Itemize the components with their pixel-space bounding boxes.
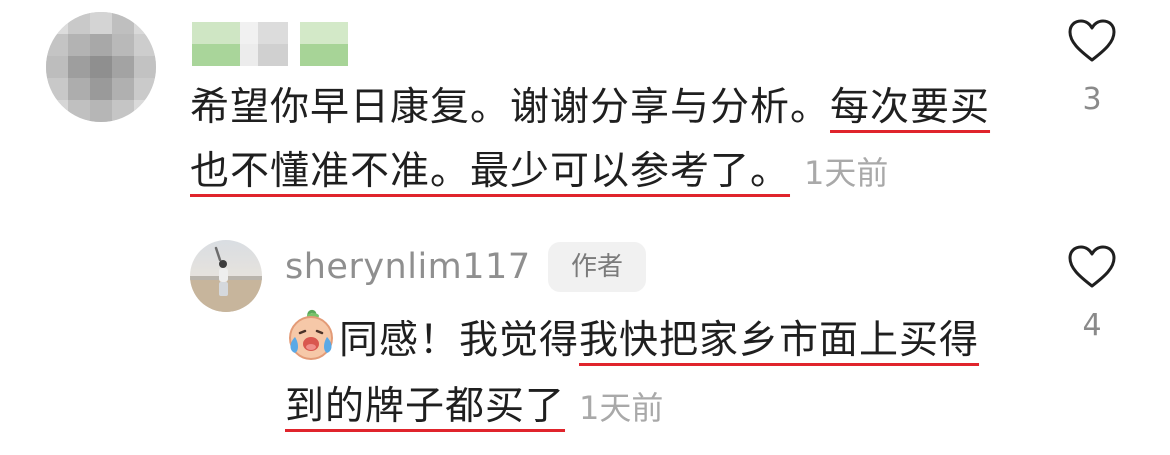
comment-timestamp: 1天前 — [804, 154, 889, 192]
reply-text-plain: 同感！我觉得 — [339, 318, 580, 363]
like-button[interactable]: 4 — [1062, 244, 1122, 343]
avatar-photo — [190, 240, 262, 312]
username-blurred[interactable] — [190, 18, 350, 66]
like-count: 4 — [1082, 308, 1102, 343]
reply-timestamp: 1天前 — [579, 389, 664, 427]
like-count: 3 — [1082, 82, 1102, 117]
comment-text: 希望你早日康复。谢谢分享与分析。每次要买也不懂准不准。最少可以参考了。 1天前 — [190, 76, 1010, 205]
heart-icon[interactable] — [1067, 18, 1117, 64]
reply-text: 同感！我觉得我快把家乡市面上买得到的牌子都买了 1天前 — [285, 308, 1005, 441]
avatar[interactable] — [190, 240, 262, 312]
crying-face-emoji — [285, 309, 337, 361]
like-button[interactable]: 3 — [1062, 18, 1122, 117]
heart-icon[interactable] — [1067, 244, 1117, 290]
reply-username[interactable]: sherynlim117 — [285, 247, 531, 287]
avatar[interactable] — [46, 12, 156, 122]
comment-text-plain: 希望你早日康复。谢谢分享与分析。 — [190, 85, 831, 130]
author-badge: 作者 — [548, 242, 646, 292]
